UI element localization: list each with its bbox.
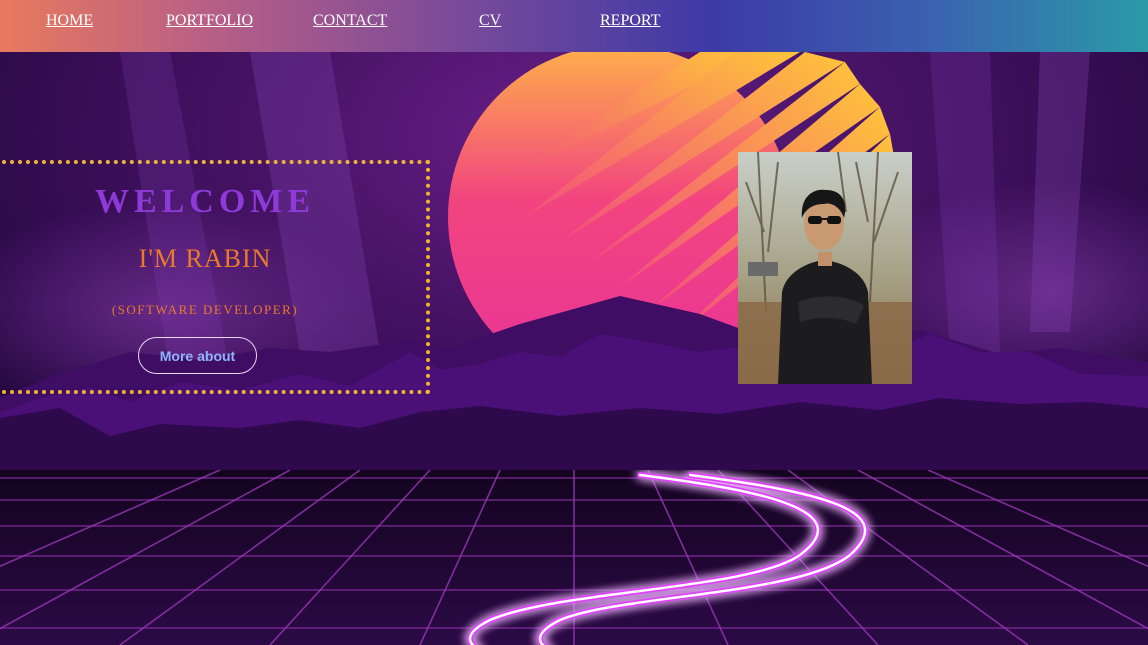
name-heading: I'M RABIN <box>138 244 272 273</box>
nav-home-link[interactable]: HOME <box>46 12 93 30</box>
neon-grid <box>0 470 1148 645</box>
neon-grid-floor <box>0 470 1148 645</box>
nav-cv-link[interactable]: CV <box>479 12 501 30</box>
grid-vertical-lines <box>0 470 1148 645</box>
welcome-heading: WELCOME <box>94 183 316 220</box>
nav-contact-link[interactable]: CONTACT <box>313 12 387 30</box>
role-subtitle: (SOFTWARE DEVELOPER) <box>111 302 299 317</box>
nav-report-link[interactable]: REPORT <box>600 12 660 30</box>
more-about-button[interactable]: More about <box>138 337 257 374</box>
top-nav: HOME PORTFOLIO CONTACT CV REPORT <box>0 0 1148 52</box>
page: HOME PORTFOLIO CONTACT CV REPORT WELCOME… <box>0 0 1148 645</box>
profile-photo <box>738 152 912 384</box>
nav-portfolio-link[interactable]: PORTFOLIO <box>166 12 253 30</box>
